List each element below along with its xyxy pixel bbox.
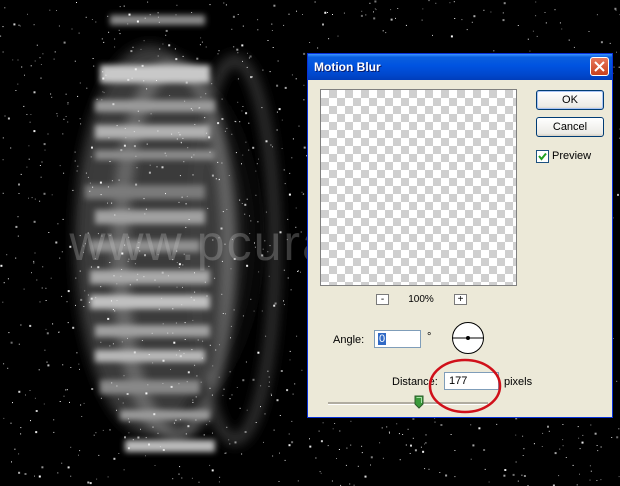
dialog-title: Motion Blur (314, 60, 381, 74)
dialog-titlebar[interactable]: Motion Blur (308, 54, 612, 80)
preview-pane[interactable] (320, 89, 517, 286)
check-icon (538, 152, 547, 161)
zoom-out-button[interactable]: - (376, 294, 389, 305)
distance-unit: pixels (504, 376, 533, 388)
preview-label: Preview (552, 150, 592, 162)
angle-label: Angle: (333, 334, 365, 346)
cancel-button[interactable]: Cancel (536, 117, 604, 137)
angle-value: 0 (378, 333, 387, 345)
slider-thumb-icon[interactable] (414, 395, 424, 409)
angle-input[interactable]: 0 (374, 330, 421, 348)
ok-button[interactable]: OK (536, 90, 604, 110)
highlight-circle (428, 358, 502, 414)
close-icon (594, 61, 605, 72)
zoom-in-button[interactable]: + (454, 294, 467, 305)
angle-dial-icon[interactable] (451, 321, 485, 355)
close-button[interactable] (590, 57, 609, 76)
zoom-level: 100% (408, 294, 434, 305)
preview-checkbox[interactable] (536, 150, 549, 163)
angle-unit: ° (427, 331, 432, 343)
